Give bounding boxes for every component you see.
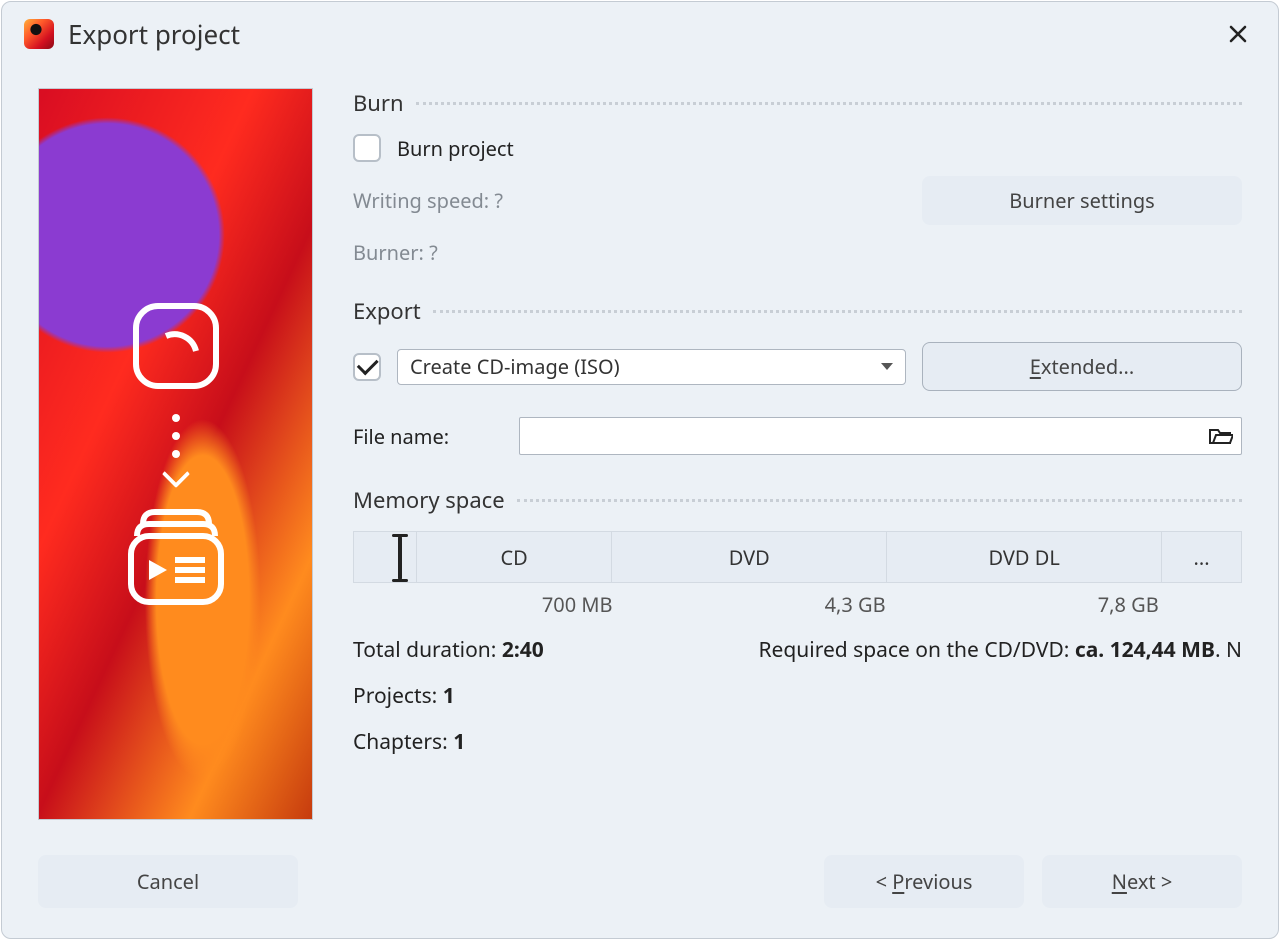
export-enable-checkbox[interactable]: [353, 353, 381, 381]
projects-count: Projects: 1: [353, 682, 1242, 710]
folder-open-icon: [1207, 423, 1233, 449]
burner-settings-button[interactable]: Burner settings: [922, 176, 1242, 225]
memory-tick-labels: 700 MB 4,3 GB 7,8 GB: [353, 591, 1242, 618]
memory-seg-dvddl: DVD DL: [886, 532, 1161, 582]
filename-input[interactable]: [519, 417, 1242, 455]
export-format-value: Create CD-image (ISO): [410, 353, 620, 380]
total-duration: Total duration: 2:40: [353, 636, 544, 664]
arrow-down-icon: [166, 414, 186, 484]
export-heading: Export: [353, 296, 421, 326]
memory-capacity-bar: CD DVD DVD DL ...: [353, 531, 1242, 583]
divider: [416, 102, 1242, 105]
next-button[interactable]: Next >: [1042, 855, 1242, 908]
close-button[interactable]: [1220, 16, 1256, 52]
chapters-count: Chapters: 1: [353, 728, 1242, 756]
memory-heading: Memory space: [353, 485, 505, 515]
filename-label: File name:: [353, 423, 503, 450]
memory-seg-cd: CD: [416, 532, 611, 582]
extended-button[interactable]: Extended...: [922, 342, 1242, 391]
divider: [517, 499, 1242, 502]
browse-folder-button[interactable]: [1207, 423, 1233, 449]
source-media-icon: [126, 296, 226, 396]
burn-heading: Burn: [353, 88, 404, 118]
writing-speed-label: Writing speed: ?: [353, 187, 503, 214]
burn-project-label: Burn project: [397, 135, 514, 162]
burner-label: Burner: ?: [353, 239, 438, 266]
cancel-button[interactable]: Cancel: [38, 855, 298, 908]
close-icon: [1228, 24, 1248, 44]
titlebar: Export project: [2, 2, 1278, 68]
preview-image: [38, 88, 313, 820]
memory-seg-more: ...: [1161, 532, 1241, 582]
previous-button[interactable]: < Previous: [824, 855, 1024, 908]
export-format-select[interactable]: Create CD-image (ISO): [397, 349, 906, 385]
app-icon: [24, 19, 54, 49]
required-space: Required space on the CD/DVD: ca. 124,44…: [758, 636, 1242, 664]
chevron-down-icon: [881, 363, 893, 370]
memory-seg-dvd: DVD: [611, 532, 886, 582]
export-project-dialog: Export project: [1, 1, 1279, 939]
window-title: Export project: [68, 16, 240, 52]
playlist-icon: [121, 502, 231, 612]
burn-project-checkbox[interactable]: [353, 134, 381, 162]
divider: [433, 310, 1242, 313]
